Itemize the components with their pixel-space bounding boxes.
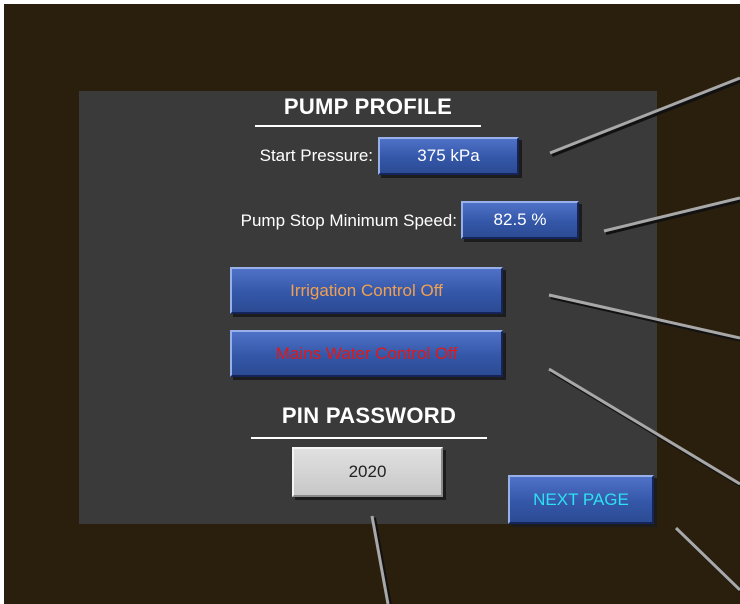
pin-password-value: 2020: [348, 462, 387, 481]
start-pressure-button[interactable]: 375 kPa: [378, 137, 519, 175]
stop-speed-button[interactable]: 82.5 %: [461, 201, 579, 239]
mains-water-control-label: Mains Water Control Off: [275, 343, 458, 363]
stop-speed-label: Pump Stop Minimum Speed:: [240, 211, 457, 230]
settings-panel: PUMP PROFILE Start Pressure: 375 kPa Pum…: [79, 91, 657, 524]
pin-password-field[interactable]: 2020: [292, 447, 443, 497]
next-page-label: NEXT PAGE: [533, 489, 629, 509]
next-page-button[interactable]: NEXT PAGE: [508, 475, 654, 524]
heading-underline: [251, 437, 487, 439]
mains-water-control-button[interactable]: Mains Water Control Off: [230, 330, 503, 377]
irrigation-control-button[interactable]: Irrigation Control Off: [230, 267, 503, 314]
pump-profile-heading: PUMP PROFILE: [255, 94, 481, 127]
pin-password-heading: PIN PASSWORD: [251, 403, 487, 439]
heading-underline: [255, 125, 481, 127]
irrigation-control-label: Irrigation Control Off: [290, 280, 443, 300]
start-pressure-value: 375 kPa: [417, 146, 480, 165]
stop-speed-value: 82.5 %: [493, 210, 547, 229]
start-pressure-label: Start Pressure:: [259, 146, 373, 165]
